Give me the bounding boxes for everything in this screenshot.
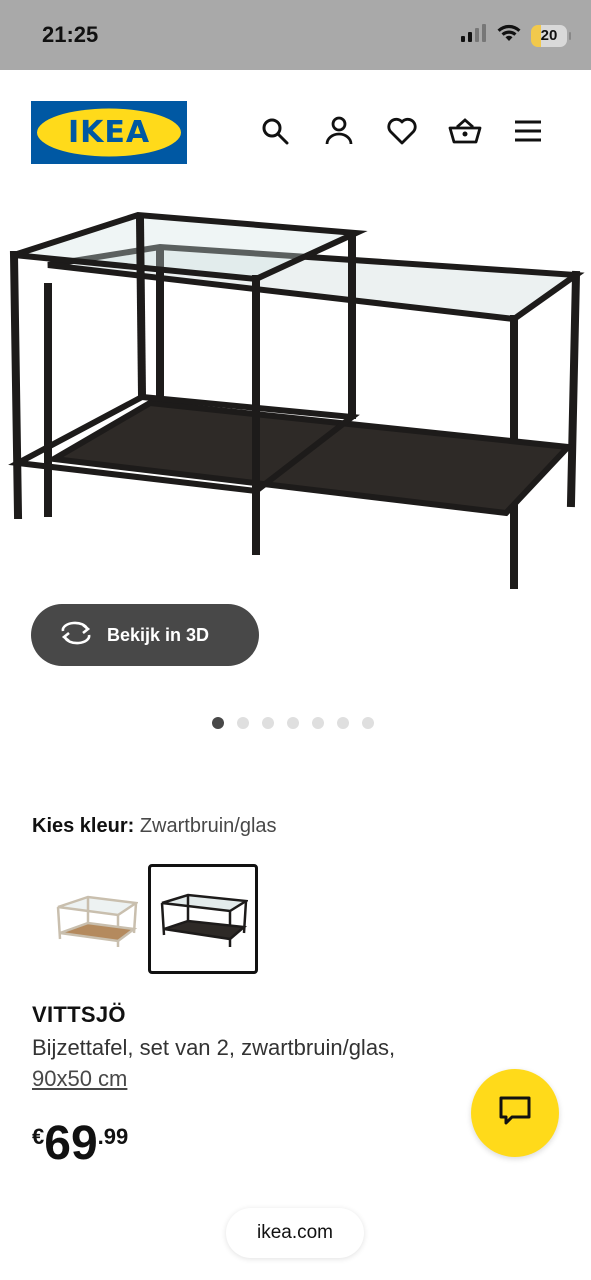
carousel-dot[interactable] xyxy=(312,717,324,729)
wifi-icon xyxy=(497,24,521,47)
logo-text: IKEA xyxy=(67,115,151,150)
site-header: IKEA xyxy=(0,70,591,195)
status-icons: 20 xyxy=(461,24,571,47)
search-icon[interactable] xyxy=(258,114,292,148)
color-value: Zwartbruin/glas xyxy=(139,815,277,837)
product-image[interactable] xyxy=(0,195,591,615)
product-size-link[interactable]: 90x50 cm xyxy=(32,1066,127,1092)
rotate-3d-icon xyxy=(59,621,93,650)
price-decimal: .99 xyxy=(97,1124,129,1149)
view-3d-label: Bekijk in 3D xyxy=(107,624,210,645)
view-3d-button[interactable]: Bekijk in 3D xyxy=(31,604,259,666)
ikea-logo[interactable]: IKEA xyxy=(31,101,187,164)
color-option-black-brown[interactable] xyxy=(148,864,258,974)
menu-icon[interactable] xyxy=(511,114,545,148)
chat-button[interactable] xyxy=(471,1069,559,1157)
price-currency: € xyxy=(32,1124,45,1149)
image-carousel-dots xyxy=(212,717,374,729)
account-icon[interactable] xyxy=(322,114,356,148)
color-selector-label: Kies kleur: Zwartbruin/glas xyxy=(32,815,277,838)
color-option-white-oak[interactable] xyxy=(38,864,148,974)
carousel-dot[interactable] xyxy=(212,717,224,729)
status-time: 21:25 xyxy=(42,22,99,47)
wishlist-heart-icon[interactable] xyxy=(385,114,419,148)
price-integer: 69 xyxy=(44,1117,98,1170)
product-description: Bijzettafel, set van 2, zwartbruin/glas, xyxy=(32,1035,396,1060)
chat-bubble-icon xyxy=(498,1095,532,1132)
carousel-dot[interactable] xyxy=(337,717,349,729)
url-text: ikea.com xyxy=(256,1222,334,1243)
shopping-basket-icon[interactable] xyxy=(448,114,482,148)
signal-icon xyxy=(461,24,487,47)
product-price: € 69 .99 xyxy=(32,1118,128,1170)
browser-url-bar[interactable]: ikea.com xyxy=(226,1208,364,1258)
product-name: VITTSJÖ xyxy=(32,1002,126,1027)
color-label: Kies kleur: xyxy=(32,815,135,837)
battery-icon: 20 xyxy=(531,24,571,47)
carousel-dot[interactable] xyxy=(237,717,249,729)
battery-level: 20 xyxy=(540,27,558,44)
carousel-dot[interactable] xyxy=(287,717,299,729)
carousel-dot[interactable] xyxy=(362,717,374,729)
carousel-dot[interactable] xyxy=(262,717,274,729)
status-bar: 21:25 20 xyxy=(0,0,591,70)
